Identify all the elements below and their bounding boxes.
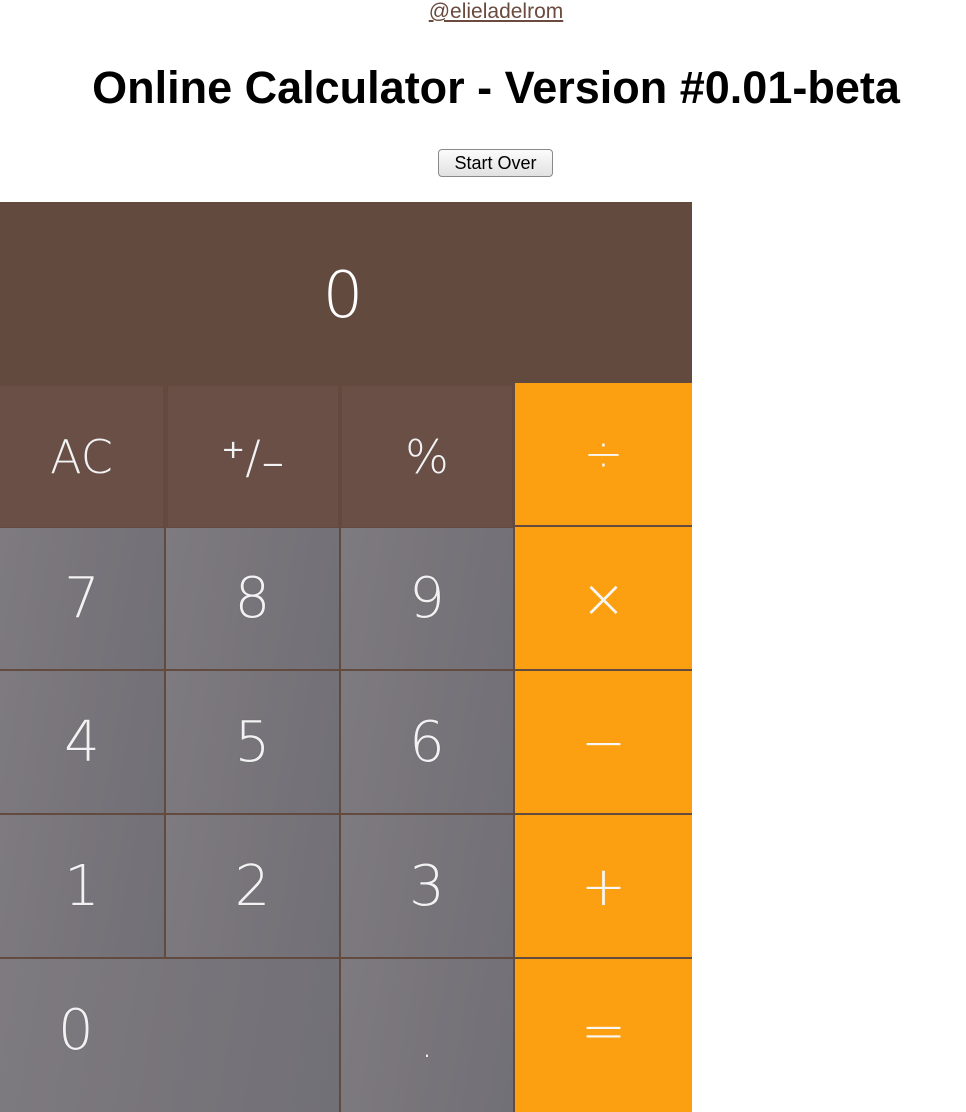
calculator: 0 AC ⁺∕₋ % ÷ 7 8 9 × 4 5 6 − 1 2 3 + 0 .… bbox=[0, 202, 692, 1112]
key-4[interactable]: 4 bbox=[0, 671, 164, 813]
calculator-display: 0 bbox=[0, 202, 692, 385]
decimal-label: . bbox=[420, 1020, 434, 1067]
key-3[interactable]: 3 bbox=[341, 815, 513, 957]
divide-button[interactable]: ÷ bbox=[515, 383, 692, 525]
key-0[interactable]: 0 bbox=[0, 959, 339, 1112]
clear-button[interactable]: AC bbox=[0, 386, 163, 527]
decimal-button[interactable]: . bbox=[341, 959, 513, 1112]
add-button[interactable]: + bbox=[515, 815, 692, 957]
key-7[interactable]: 7 bbox=[0, 528, 164, 669]
author-link[interactable]: @elieladelrom bbox=[0, 0, 966, 24]
equals-button[interactable]: = bbox=[515, 959, 692, 1112]
percent-button[interactable]: % bbox=[342, 386, 512, 527]
key-6[interactable]: 6 bbox=[341, 671, 513, 813]
start-over-button[interactable]: Start Over bbox=[438, 149, 553, 177]
multiply-button[interactable]: × bbox=[515, 527, 692, 669]
page-title: Online Calculator - Version #0.01-beta bbox=[92, 62, 900, 113]
key-5[interactable]: 5 bbox=[166, 671, 339, 813]
key-2[interactable]: 2 bbox=[166, 815, 339, 957]
subtract-button[interactable]: − bbox=[515, 671, 692, 813]
key-8[interactable]: 8 bbox=[166, 528, 339, 669]
key-1[interactable]: 1 bbox=[0, 815, 164, 957]
display-value: 0 bbox=[322, 259, 364, 333]
key-9[interactable]: 9 bbox=[341, 528, 513, 669]
plus-minus-button[interactable]: ⁺∕₋ bbox=[168, 386, 338, 527]
